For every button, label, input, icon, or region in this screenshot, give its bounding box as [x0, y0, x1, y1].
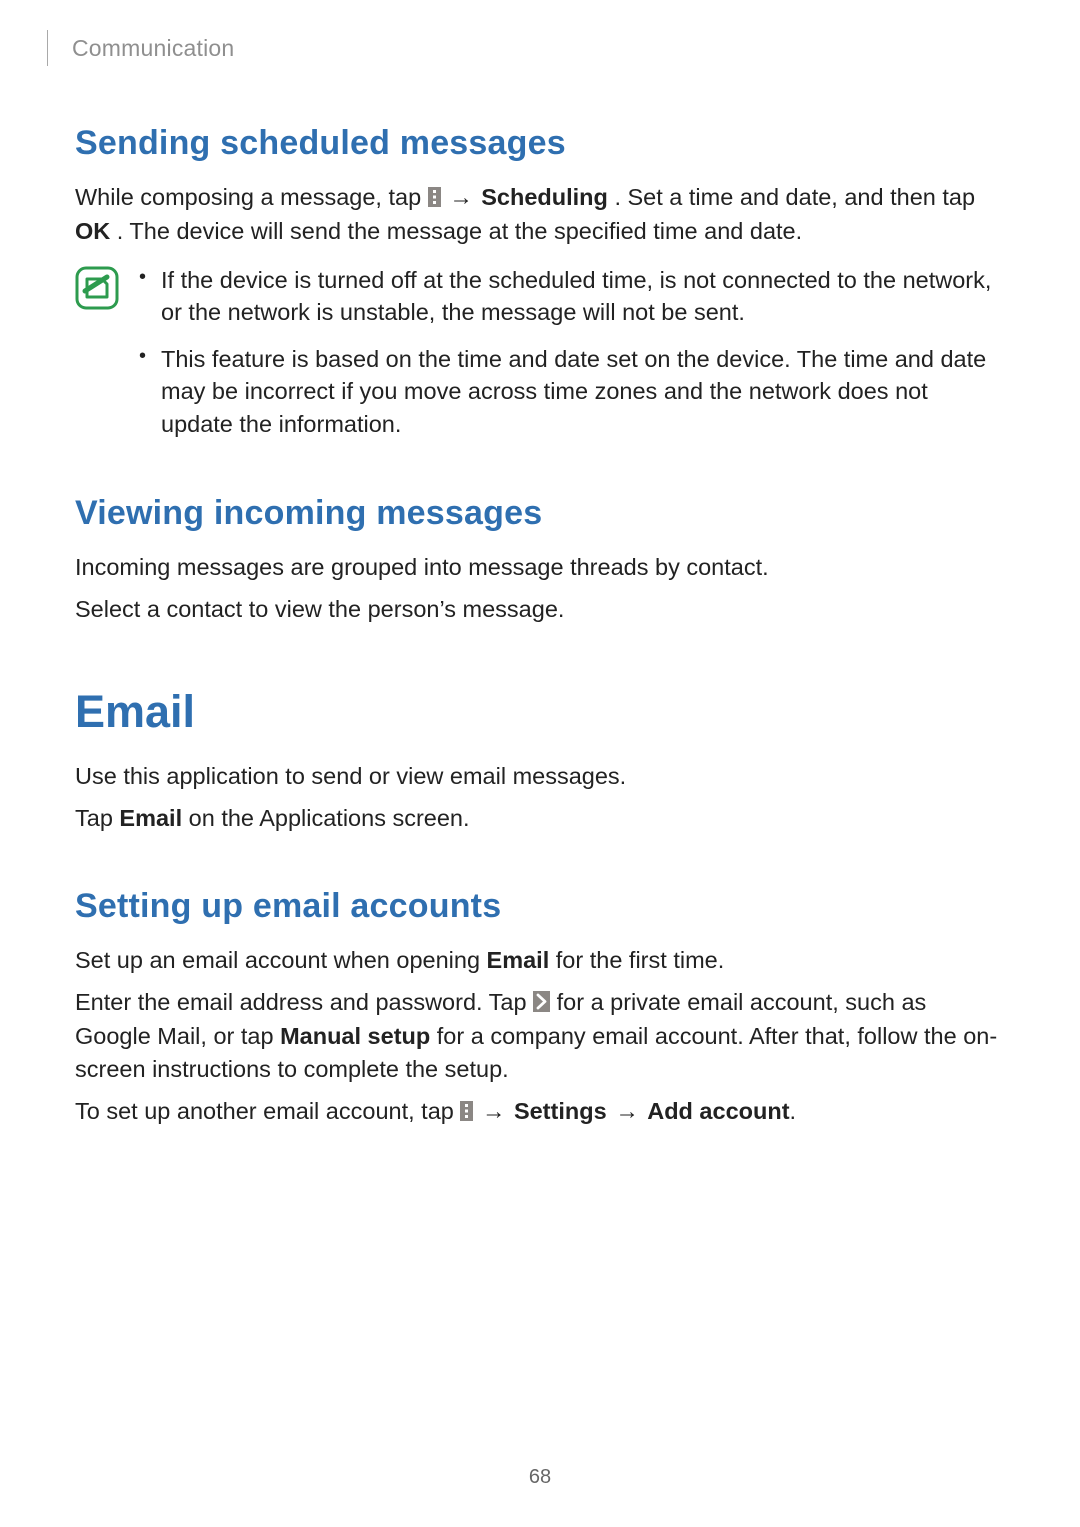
arrow-icon: →	[480, 1098, 508, 1124]
heading-email: Email	[75, 686, 1005, 738]
para: Incoming messages are grouped into messa…	[75, 551, 1005, 583]
text-bold: Settings	[514, 1098, 607, 1124]
note-item: This feature is based on the time and da…	[139, 343, 1005, 440]
text: . The device will send the message at th…	[117, 218, 802, 244]
text: for the first time.	[556, 947, 724, 973]
heading-sending-scheduled: Sending scheduled messages	[75, 124, 1005, 163]
text: .	[790, 1098, 797, 1124]
para: Set up an email account when opening Ema…	[75, 944, 1005, 976]
text: Tap	[75, 805, 119, 831]
text-bold: Email	[487, 947, 550, 973]
breadcrumb: Communication	[72, 35, 234, 62]
manual-page: Communication Sending scheduled messages…	[0, 0, 1080, 1527]
para: Tap Email on the Applications screen.	[75, 802, 1005, 834]
text-bold: Scheduling	[481, 184, 608, 210]
text-bold: Manual setup	[280, 1023, 430, 1049]
text-bold: Add account	[647, 1098, 789, 1124]
para-scheduling: While composing a message, tap → Schedul…	[75, 181, 1005, 248]
menu-icon	[428, 183, 441, 215]
para: Use this application to send or view ema…	[75, 760, 1005, 792]
arrow-icon: →	[613, 1098, 641, 1124]
text: To set up another email account, tap	[75, 1098, 460, 1124]
note-list: If the device is turned off at the sched…	[139, 264, 1005, 454]
para: Enter the email address and password. Ta…	[75, 986, 1005, 1085]
menu-icon	[460, 1097, 473, 1129]
text-bold: OK	[75, 218, 110, 244]
arrow-icon: →	[447, 184, 475, 210]
heading-setting-up-email: Setting up email accounts	[75, 887, 1005, 926]
text: on the Applications screen.	[189, 805, 470, 831]
para: To set up another email account, tap → S…	[75, 1095, 1005, 1129]
text: Set up an email account when opening	[75, 947, 487, 973]
next-icon	[533, 988, 550, 1020]
note-item: If the device is turned off at the sched…	[139, 264, 1005, 329]
header-divider	[47, 30, 48, 66]
text: Enter the email address and password. Ta…	[75, 989, 533, 1015]
note-block: If the device is turned off at the sched…	[75, 264, 1005, 454]
para: Select a contact to view the person’s me…	[75, 593, 1005, 625]
text: . Set a time and date, and then tap	[614, 184, 975, 210]
page-header: Communication	[47, 30, 1005, 66]
note-icon	[75, 266, 119, 315]
page-number: 68	[0, 1466, 1080, 1489]
text-bold: Email	[119, 805, 182, 831]
text: While composing a message, tap	[75, 184, 428, 210]
heading-viewing-incoming: Viewing incoming messages	[75, 494, 1005, 533]
